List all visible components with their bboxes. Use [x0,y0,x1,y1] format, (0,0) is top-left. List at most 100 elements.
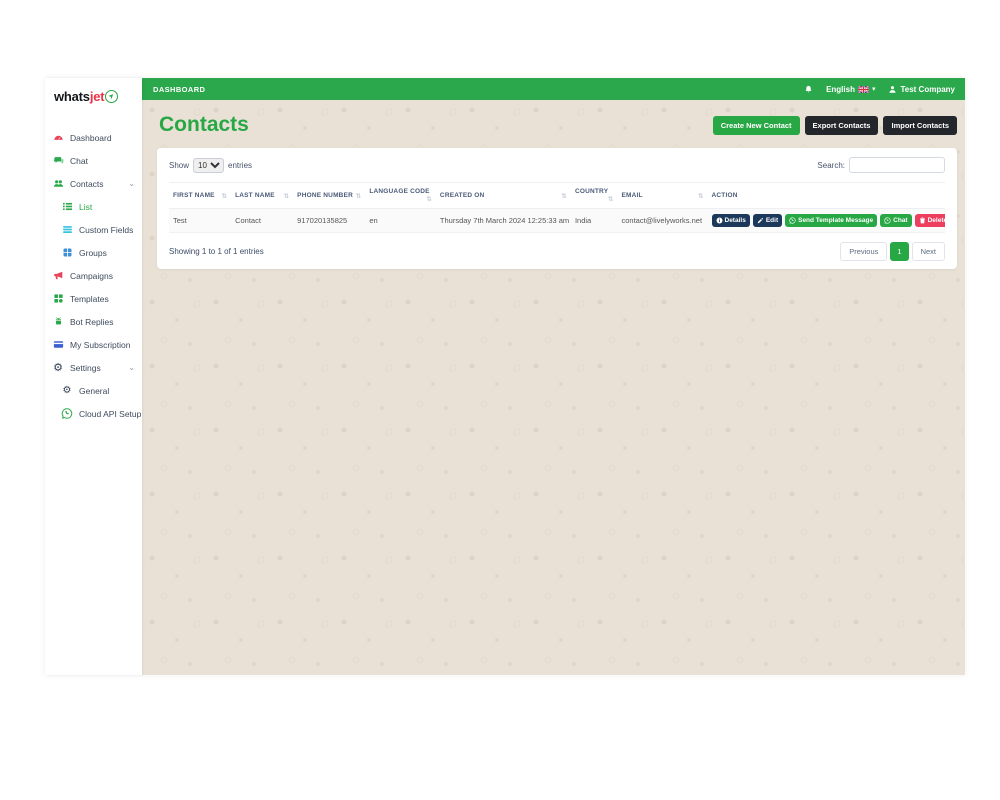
edit-icon [757,217,764,224]
user-menu[interactable]: Test Company [888,85,955,94]
contacts-table-card: Show 10 entries Search: [157,148,957,269]
pagination: Previous 1 Next [840,242,945,261]
topbar: DASHBOARD English ▾ Test Company [142,78,965,100]
send-template-message-button[interactable]: Send Template Message [785,214,877,227]
bell-icon [804,85,813,94]
page-1-button[interactable]: 1 [890,242,908,261]
sidebar-item-my-subscription[interactable]: My Subscription [45,333,142,356]
cell-country: India [571,209,618,233]
notifications-bell-button[interactable] [804,85,813,94]
info-icon [716,217,723,224]
column-header-created-on[interactable]: CREATED ON⇅ [436,183,571,209]
delete-button[interactable]: Delete [915,214,945,227]
robot-icon [52,316,64,328]
app-window: whatsjet➤ Dashboard Chat Contacts [45,78,965,675]
sidebar-item-label: Cloud API Setup [79,409,141,419]
language-label: English [826,85,855,94]
sidebar-item-custom-fields[interactable]: Custom Fields [45,218,142,241]
logo-text-primary: whats [54,89,90,104]
sidebar-item-templates[interactable]: Templates [45,287,142,310]
create-new-contact-button[interactable]: Create New Contact [713,116,800,135]
search-label: Search: [817,161,845,170]
sidebar-item-label: Templates [70,294,109,304]
column-header-last-name[interactable]: LAST NAME⇅ [231,183,293,209]
app-logo: whatsjet➤ [45,78,142,114]
cell-language-code: en [365,209,436,233]
sidebar-item-campaigns[interactable]: Campaigns [45,264,142,287]
chat-icon [52,155,64,167]
details-button[interactable]: Details [712,214,750,227]
whatsapp-icon [789,217,796,224]
sort-icon: ⇅ [356,192,362,200]
cell-actions: Details Edit Send Template Message [708,209,946,233]
column-header-email[interactable]: EMAIL⇅ [617,183,707,209]
sort-icon: ⇅ [221,192,227,200]
sort-icon: ⇅ [284,192,290,200]
sidebar-item-contacts[interactable]: Contacts ⌄ [45,172,142,195]
sidebar-menu: Dashboard Chat Contacts ⌄ List [45,114,142,425]
column-header-language-code[interactable]: LANGUAGE CODE⇅ [365,183,436,209]
cell-created-on: Thursday 7th March 2024 12:25:33 am [436,209,571,233]
sidebar-item-label: Contacts [70,179,104,189]
page-title: Contacts [159,113,249,137]
user-name: Test Company [900,85,955,94]
templates-icon [52,293,64,305]
sidebar-item-bot-replies[interactable]: Bot Replies [45,310,142,333]
sidebar-item-general[interactable]: ⚙ General [45,379,142,402]
column-header-first-name[interactable]: FIRST NAME⇅ [169,183,231,209]
cell-phone-number: 917020135825 [293,209,365,233]
trash-icon [919,217,926,224]
users-icon [52,178,64,190]
import-contacts-button[interactable]: Import Contacts [883,116,957,135]
caret-down-icon: ▾ [872,86,876,93]
breadcrumb[interactable]: DASHBOARD [142,85,205,94]
chevron-down-icon: ⌄ [128,179,135,188]
chevron-down-icon: ⌄ [128,363,135,372]
page-size-select[interactable]: 10 [193,158,224,173]
search-box: Search: [817,157,945,173]
sidebar-item-chat[interactable]: Chat [45,149,142,172]
previous-page-button[interactable]: Previous [840,242,887,261]
uk-flag-icon [858,86,869,93]
content-column: DASHBOARD English ▾ Test Company [142,78,965,675]
chat-button[interactable]: Chat [880,214,911,227]
paper-plane-icon: ➤ [105,90,118,103]
export-contacts-button[interactable]: Export Contacts [805,116,879,135]
sidebar-item-label: Chat [70,156,88,166]
table-row: Test Contact 917020135825 en Thursday 7t… [169,209,945,233]
sidebar-item-label: My Subscription [70,340,130,350]
table-footer: Showing 1 to 1 of 1 entries Previous 1 N… [169,242,945,261]
table-controls: Show 10 entries Search: [169,157,945,173]
language-selector[interactable]: English ▾ [826,85,875,94]
sidebar-item-list[interactable]: List [45,195,142,218]
column-header-country[interactable]: COUNTRY⇅ [571,183,618,209]
sidebar-item-label: General [79,386,109,396]
speedometer-icon [52,132,64,144]
card-icon [52,339,64,351]
bars-icon [61,224,73,236]
sort-icon: ⇅ [698,192,704,200]
next-page-button[interactable]: Next [912,242,945,261]
sidebar-item-cloud-api-setup[interactable]: Cloud API Setup [45,402,142,425]
sidebar-item-dashboard[interactable]: Dashboard [45,126,142,149]
cell-email: contact@livelyworks.net [617,209,707,233]
edit-button[interactable]: Edit [753,214,782,227]
contacts-table: FIRST NAME⇅ LAST NAME⇅ PHONE NUMBER⇅ LAN… [169,182,945,233]
sidebar-item-label: List [79,202,92,212]
whatsapp-icon [61,408,73,420]
page-action-buttons: Create New Contact Export Contacts Impor… [713,116,957,135]
topbar-right: English ▾ Test Company [804,85,965,94]
sidebar-item-label: Dashboard [70,133,112,143]
gears-icon: ⚙ [52,362,64,374]
sidebar-item-groups[interactable]: Groups [45,241,142,264]
sidebar-item-label: Bot Replies [70,317,113,327]
search-input[interactable] [849,157,945,173]
sidebar-item-label: Groups [79,248,107,258]
entries-label: entries [228,161,252,170]
gear-icon: ⚙ [61,385,73,397]
whatsapp-icon [884,217,891,224]
cell-last-name: Contact [231,209,293,233]
column-header-phone-number[interactable]: PHONE NUMBER⇅ [293,183,365,209]
sidebar-item-settings[interactable]: ⚙ Settings ⌄ [45,356,142,379]
sidebar-item-label: Settings [70,363,101,373]
